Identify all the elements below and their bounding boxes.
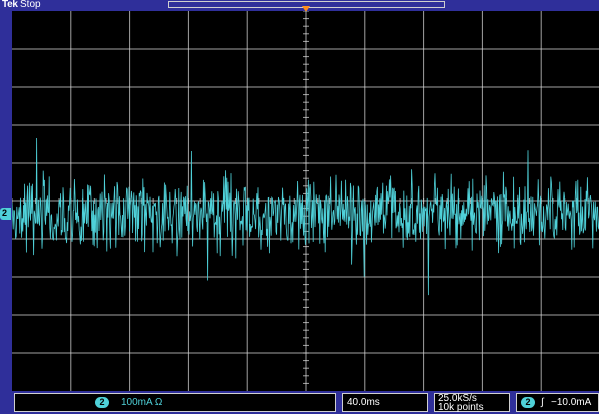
channel-badge: 2 (95, 397, 109, 408)
record-length: 10k points (438, 402, 484, 413)
waveform-display[interactable] (12, 11, 599, 391)
trigger-level: −10.0mA (551, 397, 592, 408)
brand-logo: Tek (2, 0, 18, 10)
timebase-readout[interactable]: 40.0ms (342, 393, 428, 412)
graticule (12, 11, 599, 391)
readout-bar: 2 100mA Ω 40.0ms 25.0kS/s 10k points 2 ∫… (0, 391, 599, 414)
trigger-readout[interactable]: 2 ∫ −10.0mA (516, 393, 599, 412)
trigger-channel-badge: 2 (521, 397, 535, 408)
timebase-value: 40.0ms (347, 397, 380, 408)
channel-scale: 100mA Ω (121, 397, 163, 408)
channel-marker-label: 2 (2, 208, 8, 218)
channel-2-ground-marker[interactable]: 2 (0, 208, 11, 220)
acquisition-status: Stop (20, 0, 41, 10)
rising-edge-icon: ∫ (541, 397, 544, 408)
channel-readout[interactable]: 2 100mA Ω (14, 393, 336, 412)
sample-readout[interactable]: 25.0kS/s 10k points (434, 393, 510, 413)
top-status-bar: Tek Stop (0, 0, 599, 12)
